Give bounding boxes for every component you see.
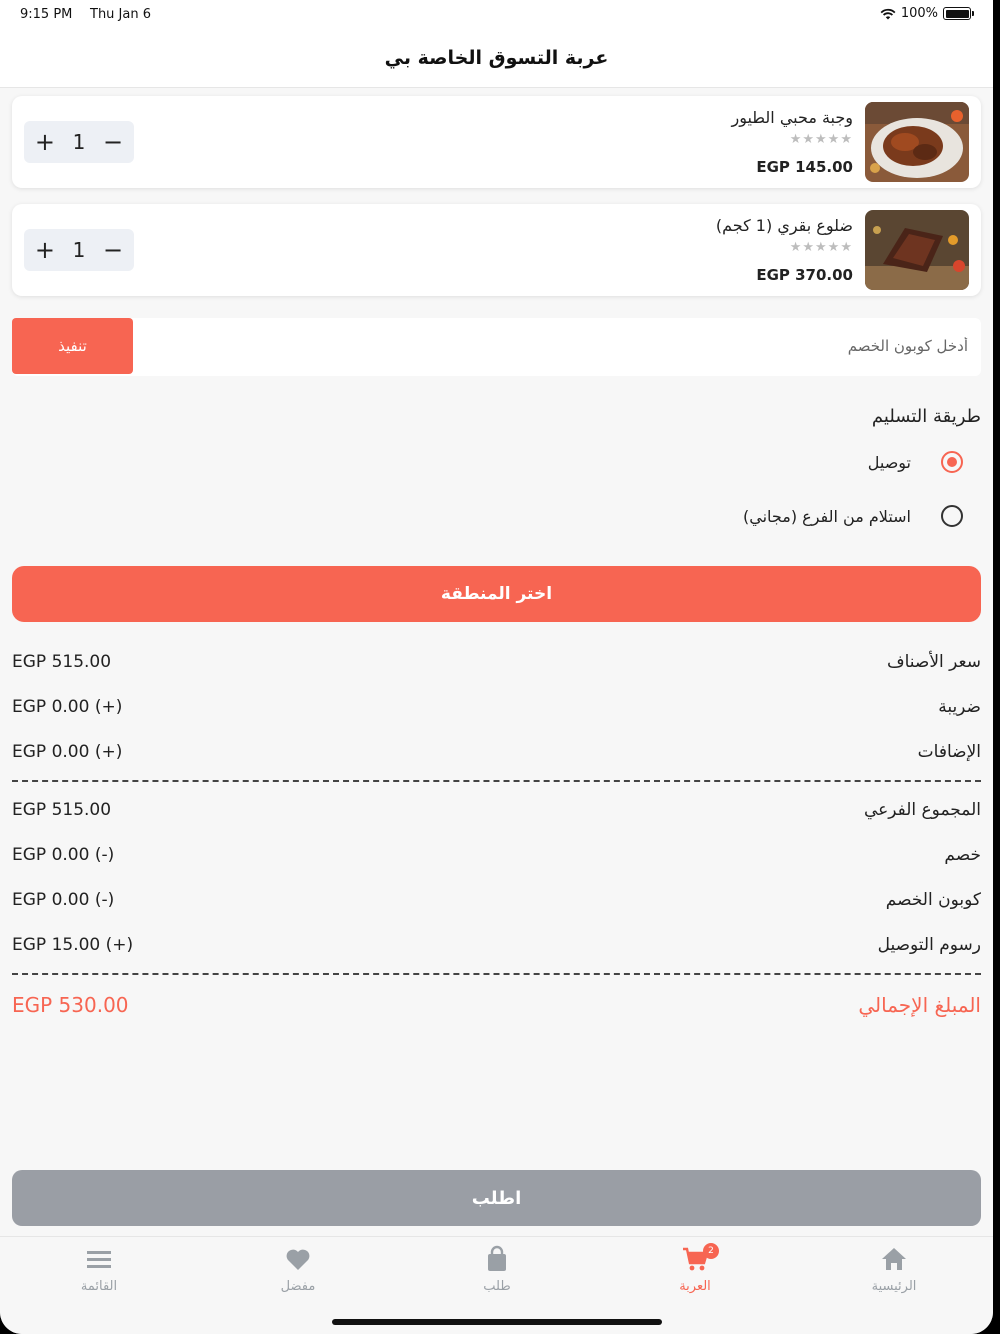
decrease-quantity-button[interactable]: − xyxy=(99,238,127,262)
decrease-quantity-button[interactable]: − xyxy=(99,130,127,154)
heart-icon xyxy=(286,1249,310,1270)
home-indicator[interactable] xyxy=(332,1319,662,1325)
cart-badge: 2 xyxy=(703,1243,719,1259)
battery-percent: 100% xyxy=(900,6,938,21)
summary-value: EGP 515.00 xyxy=(12,652,112,672)
home-icon xyxy=(882,1248,906,1270)
summary-label: المجموع الفرعي xyxy=(863,800,981,820)
summary-value: EGP 0.00 (-) xyxy=(12,845,115,865)
summary-label: ضريبة xyxy=(938,697,981,717)
status-date: Thu Jan 6 xyxy=(90,7,151,22)
divider xyxy=(12,973,981,975)
rating-stars-icon: ★★★★★ xyxy=(789,132,853,147)
radio-selected-icon[interactable] xyxy=(941,451,963,473)
summary-subtotal: المجموع الفرعي EGP 515.00 xyxy=(12,800,981,830)
quantity-value: 1 xyxy=(72,238,86,262)
page-title: عربة التسوق الخاصة بي xyxy=(0,30,993,88)
delivery-option-pickup[interactable]: استلام من الفرع (مجاني) xyxy=(743,505,963,527)
place-order-button[interactable]: اطلب xyxy=(12,1170,981,1226)
battery-icon xyxy=(943,7,974,20)
summary-label: رسوم التوصيل xyxy=(877,935,981,955)
delivery-option-label: توصيل xyxy=(867,452,911,472)
item-price: EGP 370.00 xyxy=(756,266,853,284)
tab-home[interactable]: الرئيسية xyxy=(834,1245,954,1305)
summary-value: EGP 15.00 (+) xyxy=(12,935,134,955)
cart-item[interactable]: ضلوع بقري (1 كجم) ★★★★★ EGP 370.00 + 1 − xyxy=(12,204,981,296)
menu-icon xyxy=(87,1251,111,1268)
summary-value: EGP 0.00 (-) xyxy=(12,890,115,910)
choose-region-button[interactable]: اختر المنطقة xyxy=(12,566,981,622)
delivery-option-label: استلام من الفرع (مجاني) xyxy=(743,506,911,526)
summary-label: خصم xyxy=(944,845,981,865)
item-price: EGP 145.00 xyxy=(756,158,853,176)
summary-value: EGP 0.00 (+) xyxy=(12,697,123,717)
divider xyxy=(12,780,981,782)
quantity-stepper: + 1 − xyxy=(24,229,134,271)
increase-quantity-button[interactable]: + xyxy=(31,130,59,154)
summary-discount: خصم EGP 0.00 (-) xyxy=(12,845,981,875)
increase-quantity-button[interactable]: + xyxy=(31,238,59,262)
delivery-method-title: طريقة التسليم xyxy=(871,406,981,427)
summary-label: الإضافات xyxy=(917,742,981,762)
item-name: ضلوع بقري (1 كجم) xyxy=(715,216,853,235)
wifi-icon xyxy=(880,8,896,19)
summary-coupon-discount: كوبون الخصم EGP 0.00 (-) xyxy=(12,890,981,920)
rating-stars-icon: ★★★★★ xyxy=(789,240,853,255)
summary-label: كوبون الخصم xyxy=(885,890,981,910)
apply-coupon-button[interactable]: تنفيذ xyxy=(12,318,133,374)
tab-label: العربة xyxy=(679,1279,711,1294)
summary-label: المبلغ الإجمالي xyxy=(858,993,981,1017)
summary-value: EGP 515.00 xyxy=(12,800,112,820)
tab-label: القائمة xyxy=(80,1279,118,1294)
cart-screen: 9:15 PM Thu Jan 6 100% عربة التسوق الخاص… xyxy=(0,0,993,1334)
summary-delivery-fee: رسوم التوصيل EGP 15.00 (+) xyxy=(12,935,981,965)
tab-label: الرئيسية xyxy=(871,1279,917,1294)
coupon-row: تنفيذ xyxy=(12,318,981,376)
tab-label: مفضل xyxy=(280,1279,316,1294)
item-image-ribs xyxy=(865,210,969,290)
delivery-option-delivery[interactable]: توصيل xyxy=(868,451,963,473)
tab-orders[interactable]: طلب xyxy=(437,1245,557,1305)
summary-value: EGP 530.00 xyxy=(12,993,129,1017)
tab-label: طلب xyxy=(483,1279,511,1294)
summary-label: سعر الأصناف xyxy=(886,652,981,672)
tab-favorites[interactable]: مفضل xyxy=(238,1245,358,1305)
quantity-stepper: + 1 − xyxy=(24,121,134,163)
status-bar: 9:15 PM Thu Jan 6 100% xyxy=(0,0,993,30)
summary-items-price: سعر الأصناف EGP 515.00 xyxy=(12,652,981,682)
summary-tax: ضريبة EGP 0.00 (+) xyxy=(12,697,981,727)
summary-value: EGP 0.00 (+) xyxy=(12,742,123,762)
quantity-value: 1 xyxy=(72,130,86,154)
bag-icon xyxy=(488,1245,506,1271)
status-time: 9:15 PM xyxy=(20,7,73,22)
item-image-chicken xyxy=(865,102,969,182)
item-name: وجبة محبي الطيور xyxy=(731,108,853,127)
status-indicators: 100% xyxy=(880,6,974,21)
summary-total: المبلغ الإجمالي EGP 530.00 xyxy=(12,993,981,1023)
cart-item[interactable]: وجبة محبي الطيور ★★★★★ EGP 145.00 + 1 − xyxy=(12,96,981,188)
radio-unselected-icon[interactable] xyxy=(941,505,963,527)
tab-cart[interactable]: 2 العربة xyxy=(635,1243,755,1305)
summary-addons: الإضافات EGP 0.00 (+) xyxy=(12,742,981,772)
tab-menu[interactable]: القائمة xyxy=(39,1245,159,1305)
coupon-input[interactable] xyxy=(142,318,972,374)
